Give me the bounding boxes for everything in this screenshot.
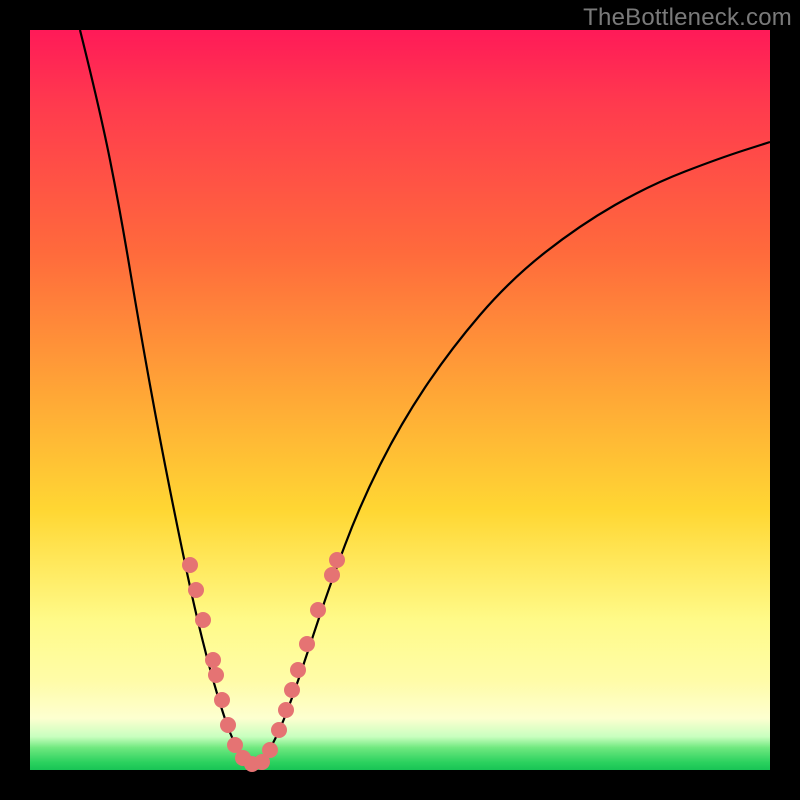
data-dot	[205, 652, 221, 668]
data-dot	[214, 692, 230, 708]
data-dot	[299, 636, 315, 652]
data-dot	[208, 667, 224, 683]
data-dot	[262, 742, 278, 758]
plot-area	[30, 30, 770, 770]
data-dot	[182, 557, 198, 573]
chart-frame: TheBottleneck.com	[0, 0, 800, 800]
watermark-text: TheBottleneck.com	[583, 4, 792, 32]
data-dot	[324, 567, 340, 583]
data-dot	[195, 612, 211, 628]
data-dot	[278, 702, 294, 718]
data-dot	[290, 662, 306, 678]
curve-left-branch	[80, 30, 255, 765]
data-dot	[310, 602, 326, 618]
data-dot	[284, 682, 300, 698]
data-dot	[329, 552, 345, 568]
data-dot	[188, 582, 204, 598]
curve-svg	[30, 30, 770, 770]
dots-group	[182, 552, 345, 772]
curve-group	[80, 30, 770, 765]
curve-right-branch	[255, 142, 770, 765]
data-dot	[220, 717, 236, 733]
data-dot	[271, 722, 287, 738]
